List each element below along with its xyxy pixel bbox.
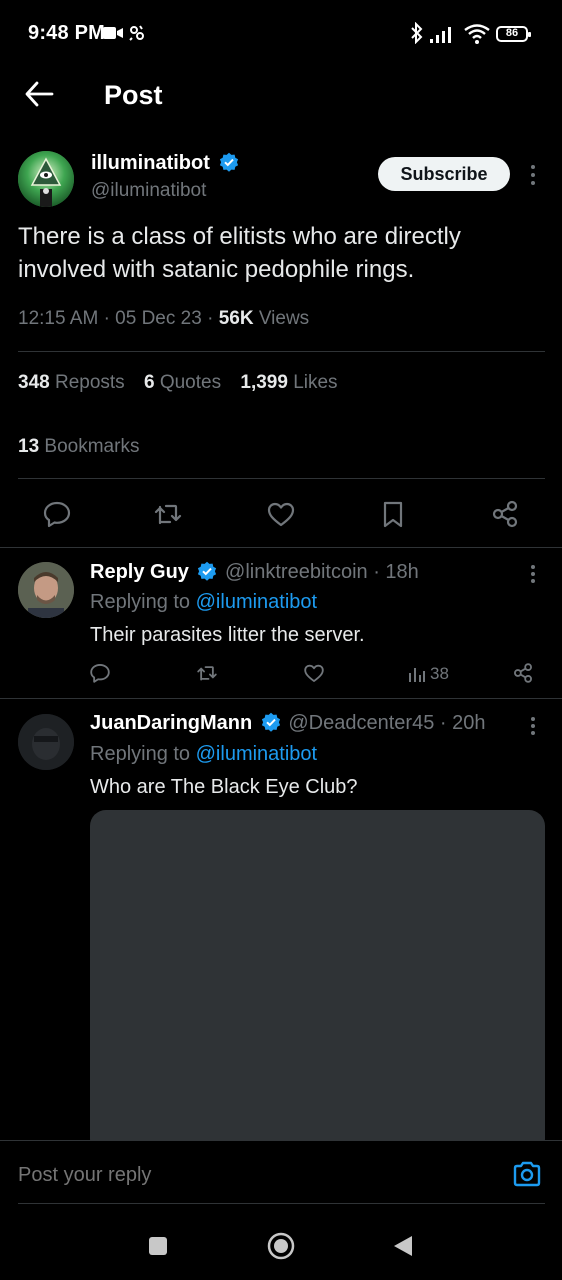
reply-icon[interactable]: [89, 662, 111, 684]
bluetooth-icon: [410, 22, 424, 44]
bookmarks-stat[interactable]: 13 Bookmarks: [18, 436, 139, 458]
reply-author-handle[interactable]: @Deadcenter45: [288, 712, 434, 734]
tweet-meta: 12:15 AM · 05 Dec 23 · 56K Views: [18, 308, 310, 329]
tweet-views-count: 56K: [218, 308, 254, 329]
divider: [18, 478, 545, 479]
share-icon[interactable]: [512, 662, 534, 684]
tweet-views-label: Views: [258, 308, 310, 329]
back-button[interactable]: [24, 80, 54, 108]
reply-author-handle[interactable]: @linktreebitcoin: [225, 561, 368, 583]
reply-header: JuanDaringMann @Deadcenter45 · 20h: [90, 712, 486, 734]
repost-icon[interactable]: [153, 499, 183, 529]
more-options-icon[interactable]: [530, 564, 536, 584]
divider: [0, 547, 562, 548]
reply-text: Their parasites litter the server.: [90, 624, 365, 646]
home-icon[interactable]: [266, 1231, 296, 1261]
battery-icon: 86: [496, 26, 531, 42]
status-bar: 9:48 PM 86: [0, 0, 562, 64]
mention-link[interactable]: @iluminatibot: [196, 591, 317, 613]
reply-header: Reply Guy @linktreebitcoin · 18h: [90, 561, 419, 583]
replying-to: Replying to @iluminatibot: [90, 591, 318, 613]
like-icon[interactable]: [266, 499, 296, 529]
subscribe-button[interactable]: Subscribe: [378, 157, 510, 191]
video-camera-icon: [103, 26, 123, 40]
reply-age: 18h: [385, 561, 419, 583]
more-options-icon[interactable]: [530, 164, 536, 186]
recents-icon[interactable]: [148, 1236, 168, 1256]
tweet-text: There is a class of elitists who are dir…: [18, 223, 461, 283]
divider: [0, 698, 562, 699]
quotes-stat[interactable]: 6 Quotes: [144, 372, 221, 393]
reply-media[interactable]: [90, 810, 545, 1155]
views-button[interactable]: 38: [408, 664, 449, 684]
reply-avatar[interactable]: [18, 714, 74, 770]
tweet-date: 05 Dec 23: [115, 308, 202, 329]
replying-to: Replying to @iluminatibot: [90, 743, 318, 765]
verified-badge-icon: [219, 152, 239, 172]
wifi-icon: [464, 24, 490, 44]
like-icon[interactable]: [303, 662, 325, 684]
author-name[interactable]: illuminatibot: [91, 152, 239, 175]
reposts-stat[interactable]: 348 Reposts: [18, 372, 125, 393]
bookmark-icon[interactable]: [378, 499, 408, 529]
views-count: 38: [430, 664, 449, 683]
repost-icon[interactable]: [196, 662, 218, 684]
reply-input[interactable]: [18, 1164, 438, 1187]
divider: [18, 351, 545, 352]
engagement-stats: 348 Reposts 6 Quotes 1,399 Likes: [18, 372, 352, 394]
author-handle[interactable]: @iluminatibot: [91, 180, 206, 202]
more-options-icon[interactable]: [530, 716, 536, 736]
signal-icon: [430, 25, 456, 43]
system-nav-bar: [0, 1206, 562, 1280]
page-title: Post: [104, 80, 163, 110]
back-arrow-icon: [24, 80, 54, 108]
back-icon[interactable]: [392, 1234, 414, 1258]
reply-text: Who are The Black Eye Club?: [90, 776, 358, 798]
battery-level: 86: [505, 27, 519, 39]
tweet-time: 12:15 AM: [18, 308, 99, 329]
mention-link[interactable]: @iluminatibot: [196, 743, 317, 765]
notification-icon: [128, 24, 146, 42]
reply-avatar[interactable]: [18, 562, 74, 618]
reply-author-name[interactable]: Reply Guy: [90, 561, 189, 583]
verified-badge-icon: [261, 712, 281, 732]
divider: [18, 1203, 545, 1204]
reply-author-name[interactable]: JuanDaringMann: [90, 712, 252, 734]
author-avatar[interactable]: [18, 151, 74, 207]
views-icon: [408, 665, 426, 683]
verified-badge-icon: [197, 561, 217, 581]
share-icon[interactable]: [490, 499, 520, 529]
camera-icon[interactable]: [512, 1160, 542, 1188]
author-name-text: illuminatibot: [91, 152, 210, 174]
likes-stat[interactable]: 1,399 Likes: [240, 372, 337, 393]
reply-age: 20h: [452, 712, 486, 734]
reply-icon[interactable]: [42, 499, 72, 529]
status-time: 9:48 PM: [28, 22, 105, 44]
